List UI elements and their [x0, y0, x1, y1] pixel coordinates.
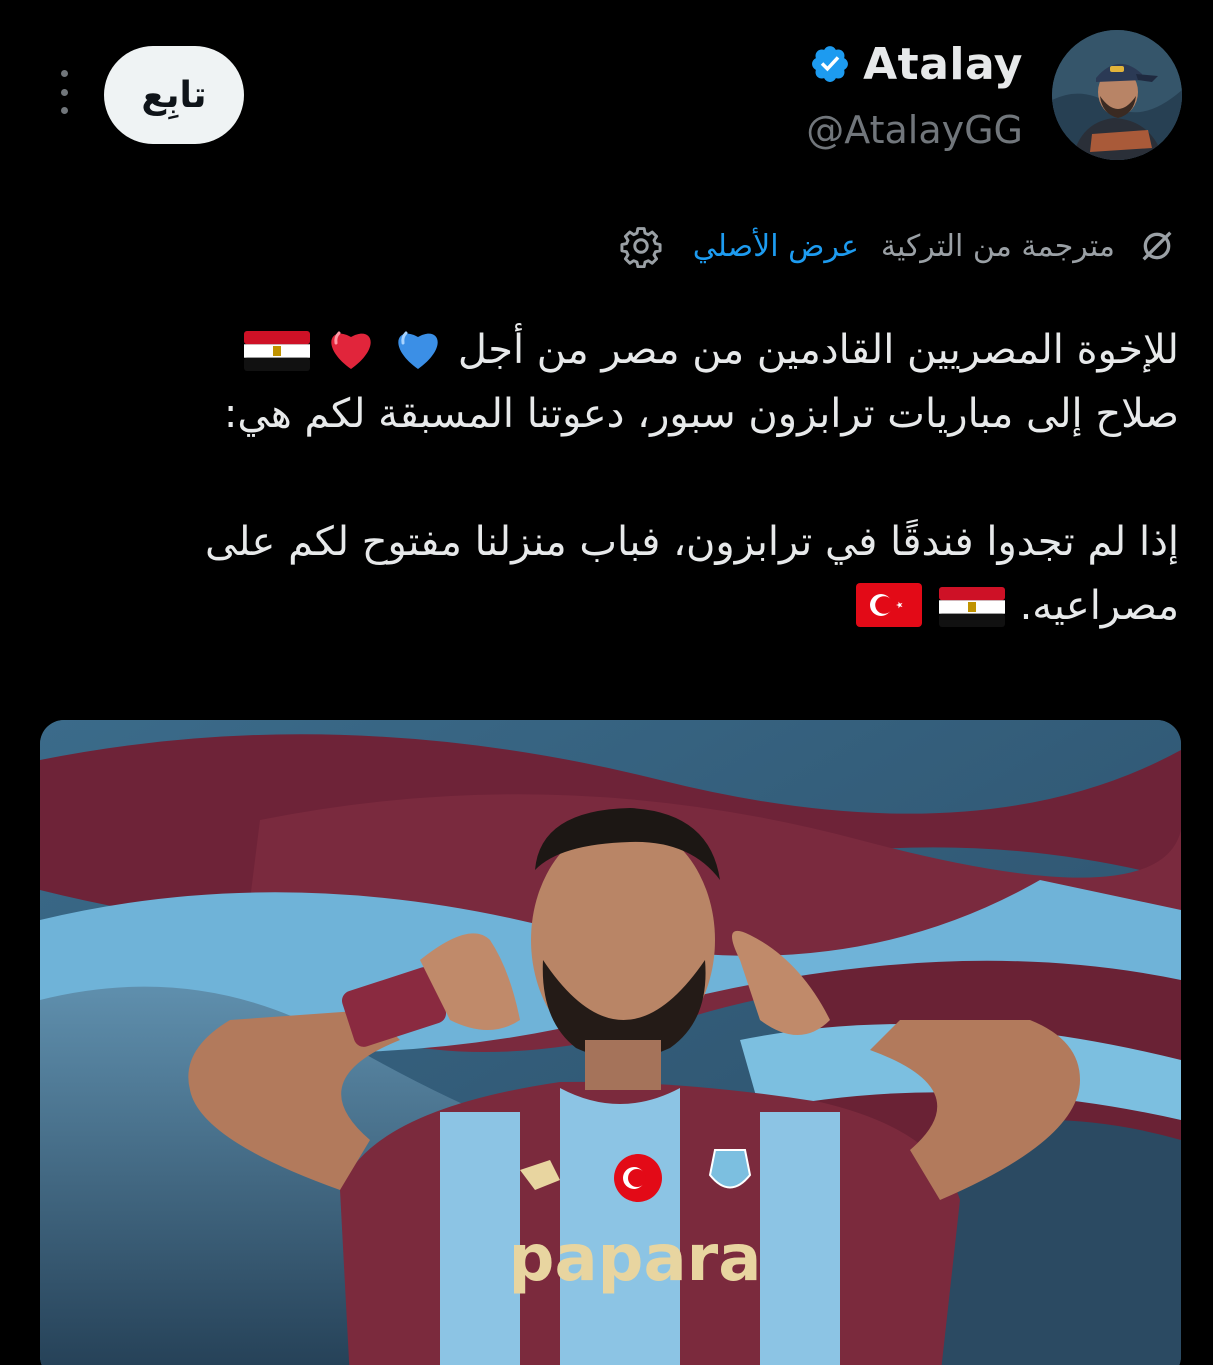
avatar-portrait-image	[1052, 30, 1182, 160]
player-photo-image: papara	[40, 720, 1181, 1365]
blue-heart-icon	[398, 331, 438, 369]
translation-row: مترجمة من التركية عرض الأصلي	[619, 222, 1177, 270]
show-original-link[interactable]: عرض الأصلي	[693, 229, 859, 264]
user-handle[interactable]: @AtalayGG	[806, 108, 1023, 152]
avatar[interactable]	[1052, 30, 1182, 160]
turkey-flag-icon	[856, 583, 923, 627]
dot	[60, 107, 68, 114]
egypt-flag-icon	[243, 331, 310, 371]
red-heart-icon	[331, 331, 372, 369]
sponsor-text: papara	[509, 1222, 762, 1296]
follow-button[interactable]: تابِع	[104, 46, 244, 144]
tweet-line-3: إذا لم تجدوا فندقًا في ترابزون، فباب منز…	[204, 519, 1179, 565]
author-name-row[interactable]: Atalay	[809, 38, 1023, 90]
dot	[60, 70, 68, 77]
tweet-line-1-text: للإخوة المصريين القادمين من مصر من أجل	[457, 327, 1179, 373]
dot	[60, 88, 68, 96]
display-name: Atalay	[863, 38, 1023, 90]
translated-from-label: مترجمة من التركية	[880, 228, 1115, 264]
tweet-line-4: مصراعيه.	[29, 574, 1179, 638]
tweet-media-image[interactable]: papara	[40, 720, 1181, 1365]
translate-icon	[1142, 231, 1172, 261]
tweet-page: تابِع Atalay @AtalayGG مترجمة من التركية…	[0, 0, 1213, 1365]
more-options-icon[interactable]	[52, 70, 76, 114]
gear-icon[interactable]	[619, 224, 663, 268]
egypt-flag-icon	[938, 587, 1005, 627]
verified-badge-icon	[812, 46, 849, 82]
tweet-line-4-text: مصراعيه.	[1019, 583, 1179, 629]
tweet-text: للإخوة المصريين القادمين من مصر من أجل ص…	[29, 318, 1179, 638]
tweet-line-2: صلاح إلى مباريات ترابزون سبور، دعوتنا ال…	[223, 391, 1179, 437]
tweet-line-1: للإخوة المصريين القادمين من مصر من أجل	[29, 318, 1179, 382]
